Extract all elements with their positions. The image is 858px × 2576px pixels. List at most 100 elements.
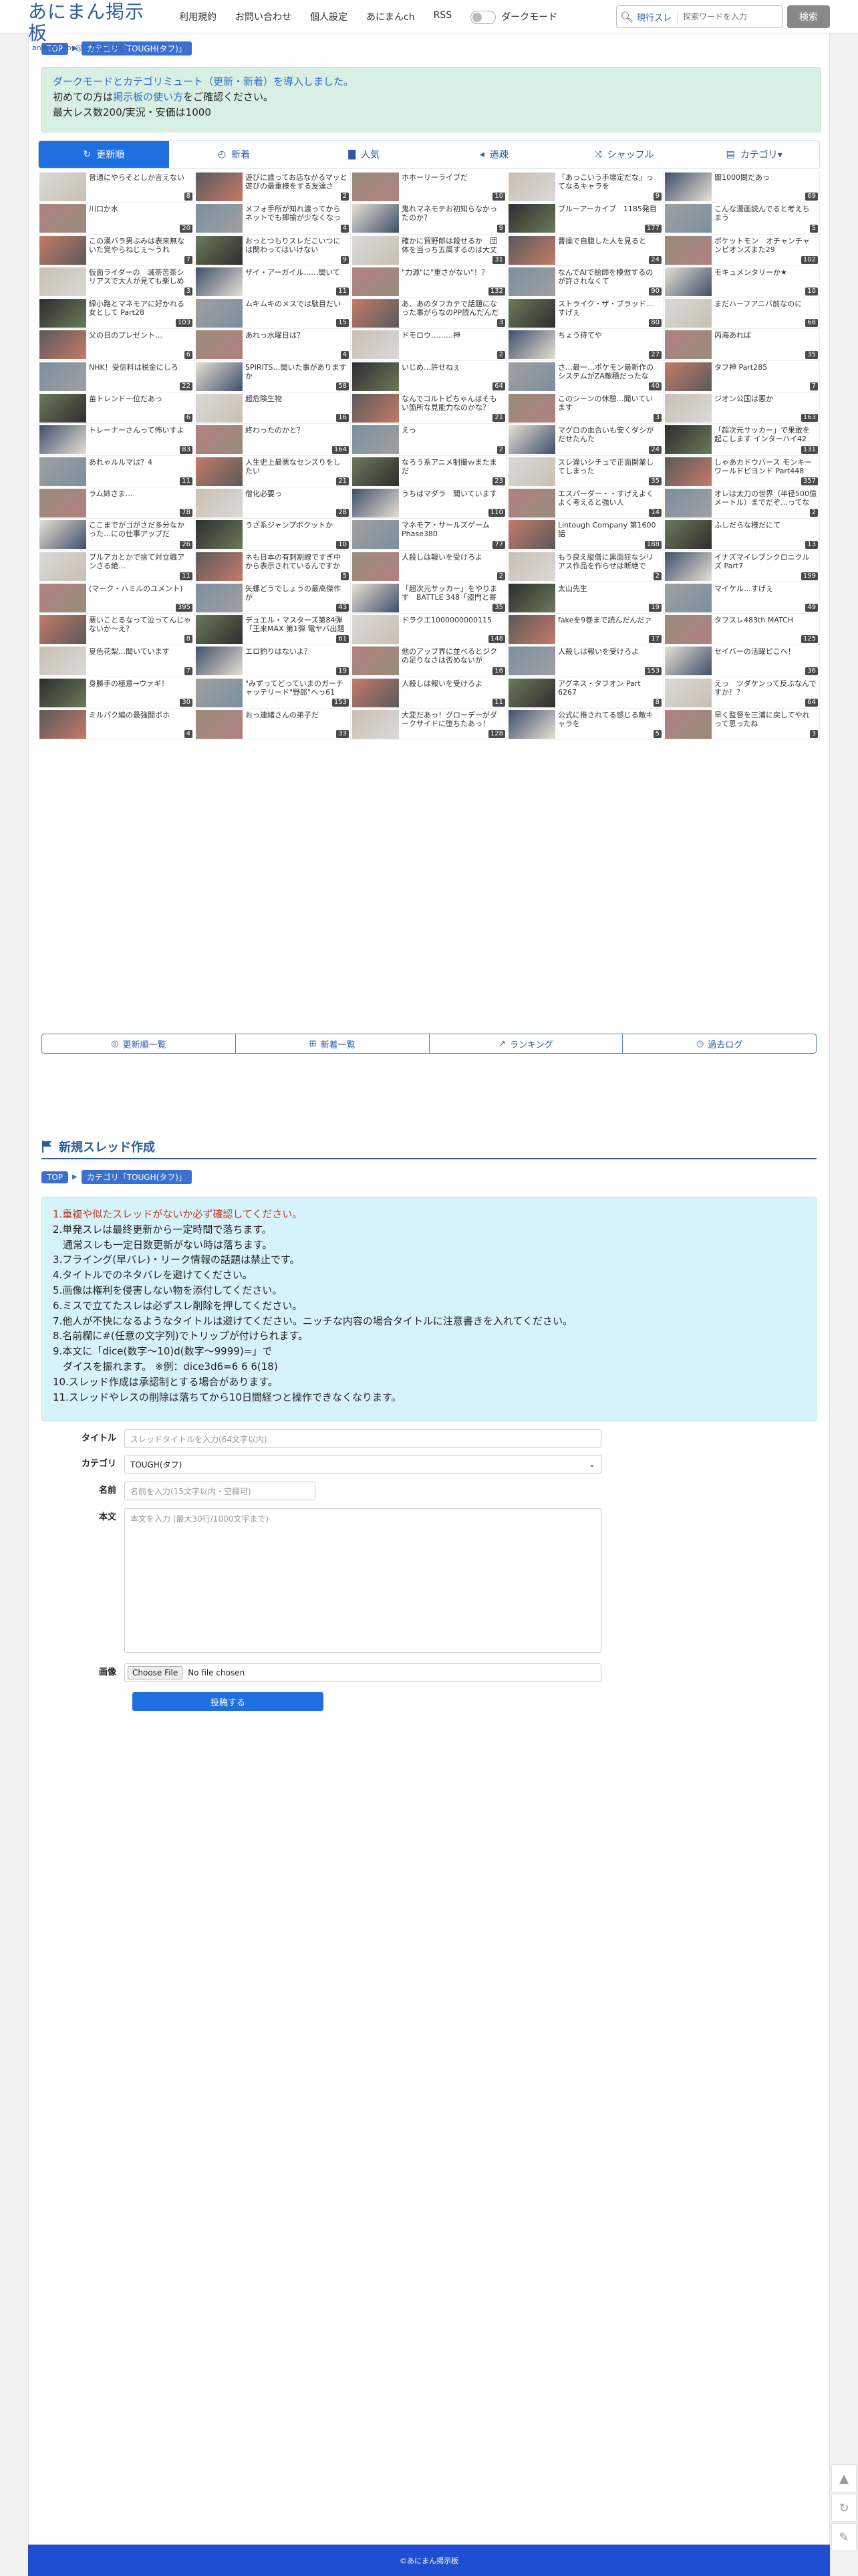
thread-item[interactable]: マイケル…すげぇ 49 [664,582,820,614]
thread-thumbnail[interactable] [352,394,399,423]
thread-title[interactable]: マイケル…すげぇ [714,584,817,593]
thread-title[interactable]: ジオン公国は悪か [714,394,817,403]
thread-thumbnail[interactable] [352,710,399,739]
thread-title[interactable]: ここまでがゴがさだ多分なかった…にの仕事アップだ [89,521,191,538]
thread-thumbnail[interactable] [39,362,86,391]
nav-rss[interactable]: RSS [434,10,452,24]
thread-item[interactable]: 他のアップ界に並べるとジクの足りなさは否めないが 16 [351,645,507,677]
thread-title[interactable]: 曹操で自腹した人を見ると [558,237,660,245]
thread-item[interactable]: "みずってどっていまのガーチャッテリード"野郎"へっ61 ～""怪"ゾーンアを嫌… [194,677,351,709]
thread-title[interactable]: 緑小路とマネモアに好かれる女として Part28 [89,300,191,317]
thread-thumbnail[interactable] [509,299,555,328]
thread-item[interactable]: 太山先生 19 [507,582,664,614]
thread-item[interactable]: 闇1000問だあっ 69 [664,171,820,203]
thread-thumbnail[interactable] [509,647,555,676]
submit-button[interactable]: 投稿する [132,1692,323,1711]
thread-thumbnail[interactable] [39,172,86,201]
thread-thumbnail[interactable] [509,520,555,550]
thread-item[interactable]: 鬼れマネモテお初知らなかったのか？ 9 [351,203,507,235]
thread-item[interactable]: 早く監督を三浦に戻してやれって思ったね 3 [664,709,820,741]
scroll-top-icon[interactable]: ▲ [831,2464,857,2492]
tab-sparse[interactable]: ◂ 過疎 [429,141,559,168]
thread-title[interactable]: ブルーアーカイブ 1185発目 [558,205,660,213]
thread-item[interactable]: こんな漫画読んでると考えちまう 5 [664,203,820,235]
thread-title[interactable]: えっ ツダケンって反ぶなんですか！？ [714,679,817,697]
thread-item[interactable]: モキュメンタリーか★ 10 [664,265,820,298]
body-textarea[interactable]: 本文を入力 (最大30行/1000文字まで) [124,1508,601,1653]
thread-item[interactable]: 普通にやらそとしか言えない 8 [38,171,194,203]
thread-title[interactable]: 「あっこいう手壊定だな」ってなるキャラを [558,173,660,191]
thread-title[interactable]: いじめ…許せねぇ [402,363,504,372]
thread-title[interactable]: 悪いことるなって泣ってんじゃないか～え？ [89,616,191,633]
nav-animanch[interactable]: あにまんch [366,10,415,24]
thread-thumbnail[interactable] [39,394,86,423]
thread-title[interactable]: 公式に推されてる感じる敵キャラを [558,711,660,728]
search-button[interactable]: 検索 [787,5,830,28]
thread-thumbnail[interactable] [665,520,712,550]
thread-item[interactable]: 人生史上最悪なセンズりをしたい 21 [194,455,351,487]
thread-thumbnail[interactable] [509,172,555,201]
thread-item[interactable]: エスパーダー・・すげえよくよく考えると強い人 14 [507,487,664,519]
toggle-icon[interactable] [470,11,496,24]
thread-thumbnail[interactable] [665,299,712,328]
thread-title[interactable]: NHK！受信料は税金にしろ [89,363,191,372]
thread-thumbnail[interactable] [509,678,555,707]
thread-title[interactable]: まだハーフアニバ前なのに [714,300,817,308]
thread-item[interactable]: 悪いことるなって泣ってんじゃないか～え？ 8 [38,614,194,646]
thread-title[interactable]: エロ釣りはないよ？ [245,647,347,656]
thread-thumbnail[interactable] [196,583,243,612]
thread-title[interactable]: "みずってどっていまのガーチャッテリード"野郎"へっ61 ～""怪"ゾーンアを嫌… [245,679,347,697]
thread-title[interactable]: タフ神 Part285 [714,363,817,372]
thread-item[interactable]: 矢螺どうでしょうの最高傑作が 43 [194,582,351,614]
thread-title[interactable]: 身勝手の極意→ウァギ！ [89,679,191,688]
image-file-input[interactable]: Choose File No file chosen [124,1663,601,1682]
thread-title[interactable]: ラム姉さま… [89,489,191,498]
thread-item[interactable]: ホホーリーライブだ 10 [351,171,507,203]
thread-thumbnail[interactable] [39,710,86,739]
thread-thumbnail[interactable] [509,583,555,612]
thread-title[interactable]: このシーンの休憩…聞いています [558,394,660,412]
thread-title[interactable]: スレ違いシチュで正面開業してしまった [558,458,660,475]
thread-item[interactable]: まだハーフアニバ前なのに 68 [664,298,820,330]
thread-thumbnail[interactable] [196,552,243,581]
thread-thumbnail[interactable] [196,330,243,360]
thread-item[interactable]: 丙海あれば 35 [664,329,820,361]
thread-item[interactable]: ザイ・アーガイル……聞いて 11 [194,265,351,298]
thread-item[interactable]: デュエル・マスターズ第84弾「王来MAX 第1弾 電ヤバ出題5-MAX!!」後編… [194,614,351,646]
pencil-icon[interactable]: ✎ [831,2523,857,2551]
thread-title[interactable]: モキュメンタリーか★ [714,268,817,277]
thread-thumbnail[interactable] [352,299,399,328]
thread-thumbnail[interactable] [665,394,712,423]
thread-item[interactable]: 苗トレンド一位だあっ 6 [38,392,194,425]
thread-item[interactable]: 夏色花梨…聞いています 7 [38,645,194,677]
thread-thumbnail[interactable] [665,678,712,707]
thread-item[interactable]: Lintough Company 第1600話 188 [507,519,664,551]
thread-item[interactable]: トレーナーさんって怖いすよ 83 [38,424,194,456]
thread-thumbnail[interactable] [352,552,399,581]
thread-item[interactable]: 身勝手の極意→ウァギ！ 30 [38,677,194,709]
thread-thumbnail[interactable] [665,552,712,581]
thread-title[interactable]: おっとつもりスレだこいつには関わってはいけない [245,237,347,254]
thread-item[interactable]: あ、あのタフカテで話題になった事がらなのPP読んだんだよ3 [351,298,507,330]
thread-item[interactable]: メフォ手所が知れ渡ってからネットでも揶揄が少なくなった4 [194,203,351,235]
thread-title[interactable]: あれっ水曜日は？ [245,331,347,340]
reload-icon[interactable]: ↻ [831,2494,857,2522]
thread-title[interactable]: 人殺しは報いを受けろよ [402,679,504,688]
thread-title[interactable]: しゃあカドウバース モンキーワールドビヨンド Part448 [714,458,817,475]
thread-item[interactable]: アグネス・タフオン Part 6267 8 [507,677,664,709]
thread-thumbnail[interactable] [665,647,712,676]
breadcrumb-top[interactable]: TOP [41,1171,69,1183]
thread-thumbnail[interactable] [196,267,243,296]
thread-item[interactable]: 父の日のプレゼント… 6 [38,329,194,361]
thread-item[interactable]: ストライク・ザ・ブラッド…すげぇ 80 [507,298,664,330]
thread-title[interactable]: 人殺しは報いを受けろよ [402,553,504,562]
thread-thumbnail[interactable] [352,172,399,201]
thread-thumbnail[interactable] [509,615,555,645]
thread-item[interactable]: 「超次元サッカー」をやります BATTLE 348「盗門と寄国だ！」 35 [351,582,507,614]
thread-item[interactable]: 緑小路とマネモアに好かれる女として Part28 103 [38,298,194,330]
nav-settings[interactable]: 個人設定 [310,10,347,24]
nav-update-list[interactable]: ◎ 更新順一覧 [42,1034,236,1053]
thread-item[interactable]: "力源"に"重さがない"！？ 132 [351,265,507,298]
thread-item[interactable]: あれゃルルマは？4 11 [38,455,194,487]
thread-thumbnail[interactable] [196,647,243,676]
